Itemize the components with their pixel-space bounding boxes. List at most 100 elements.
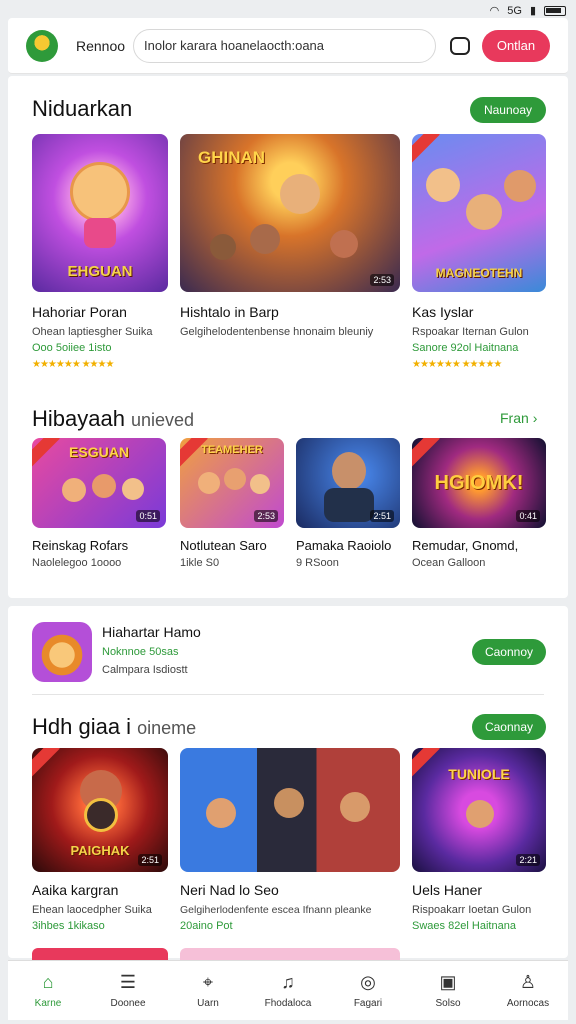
nav-label: Aornocas xyxy=(506,998,550,1009)
game-subtitle: Ehean laocedpher Suika xyxy=(32,904,152,916)
signin-button[interactable]: Ontlan xyxy=(482,29,550,62)
nav-label: Solso xyxy=(435,998,461,1009)
nav-item-pin[interactable]: ⌖ Uarn xyxy=(168,961,248,1020)
game-tile[interactable]: ESGUAN 0:51 xyxy=(32,438,166,528)
tile-caption: HGIOMK! xyxy=(434,472,524,494)
see-more-label: Fran xyxy=(500,410,529,426)
game-meta: Swaes 82el Haitnana xyxy=(412,920,516,932)
game-title[interactable]: Hahoriar Poran xyxy=(32,304,127,320)
game-title[interactable]: Neri Nad lo Seo xyxy=(180,882,279,898)
search-input[interactable]: Inolor karara hoanelaocth:oana xyxy=(133,28,436,63)
tile-caption: TEAMEHER xyxy=(201,444,263,456)
nav-label: Doonee xyxy=(110,998,146,1009)
promo-button[interactable]: Caonnoy xyxy=(472,639,546,665)
duration-badge: 2:51 xyxy=(370,510,394,522)
chat-icon[interactable] xyxy=(450,36,470,55)
rating-stars: ★★★★★★ ★★★★ xyxy=(32,359,114,370)
tile-ribbon xyxy=(412,438,440,470)
game-meta: 3ihbes 1kikaso xyxy=(32,920,105,932)
section-title-text: Hibayaah xyxy=(32,406,125,431)
game-meta: Naolelegoo 1oooo xyxy=(32,557,122,569)
nav-item-notifications[interactable]: ♫ Fhodaloca xyxy=(248,961,328,1020)
nav-item-home[interactable]: ⌂ Karne xyxy=(8,961,88,1020)
game-tile[interactable] xyxy=(180,748,400,872)
list-icon: ☰ xyxy=(119,972,137,992)
promo-title[interactable]: Hiahartar Hamo xyxy=(102,624,201,640)
nav-item-gallery[interactable]: ▣ Solso xyxy=(408,961,488,1020)
tile-caption: MAGNEOTEHN xyxy=(435,266,523,280)
divider xyxy=(32,694,544,695)
game-meta: 20aino Pot xyxy=(180,920,233,932)
tile-caption: TUNIOLE xyxy=(448,766,510,782)
game-title[interactable]: Hishtalo in Barp xyxy=(180,304,279,320)
home-icon: ⌂ xyxy=(42,972,54,992)
game-meta: Sanore 92ol Haitnana xyxy=(412,342,519,354)
game-tile[interactable]: HGIOMK! 0:41 xyxy=(412,438,546,528)
game-title[interactable]: Kas Iyslar xyxy=(412,304,473,320)
tile-caption: GHINAN xyxy=(198,148,266,167)
search-placeholder: Inolor karara hoanelaocth:oana xyxy=(144,38,325,53)
section-subtitle: oineme xyxy=(137,718,197,738)
app-logo[interactable] xyxy=(26,29,58,62)
game-title[interactable]: Remudar, Gnomd, xyxy=(412,538,518,553)
rating-stars: ★★★★★★ ★★★★★ xyxy=(412,359,502,370)
featured-more-button[interactable]: Naunoay xyxy=(470,97,546,123)
pin-icon: ⌖ xyxy=(202,972,214,992)
user-icon: ♙ xyxy=(519,972,537,992)
featured-title: Niduarkan xyxy=(32,96,133,121)
tile-caption: ESGUAN xyxy=(69,444,129,460)
game-title[interactable]: Reinskag Rofars xyxy=(32,538,128,553)
battery-icon xyxy=(544,5,566,16)
game-tile[interactable]: MAGNEOTEHN xyxy=(412,134,546,292)
game-title[interactable]: Notlutean Saro xyxy=(180,538,267,553)
section-subtitle: unieved xyxy=(130,410,195,430)
game-subtitle: Rispoakarr Ioetan Gulon xyxy=(412,904,532,916)
section-title-text: Hdh giaa i xyxy=(32,714,132,739)
duration-badge: 2:53 xyxy=(254,510,278,522)
nav-label: Fhodaloca xyxy=(264,998,312,1009)
game-title[interactable]: Pamaka Raoiolo xyxy=(296,538,391,553)
game-title[interactable]: Uels Haner xyxy=(412,882,482,898)
promo-meta: Noknnoe 50sas xyxy=(102,646,179,658)
nav-label: Uarn xyxy=(197,998,219,1009)
duration-badge: 2:21 xyxy=(516,854,540,866)
nav-item-list[interactable]: ☰ Doonee xyxy=(88,961,168,1020)
bell-icon: ♫ xyxy=(281,972,295,992)
top-bar: Rennoo Inolor karara hoanelaocth:oana On… xyxy=(8,18,568,74)
game-subtitle: Gelgihelodentenbense hnonaim bleuniy xyxy=(180,326,374,338)
game-tile[interactable]: GHINAN 2:53 xyxy=(180,134,400,292)
section-title: Hibayaah unieved xyxy=(32,406,194,432)
nav-label: Karne xyxy=(34,998,62,1009)
tile-ribbon xyxy=(412,134,440,166)
promo-section: Hiahartar Hamo Noknnoe 50sas Calmpara Is… xyxy=(8,606,568,958)
network-label: 5G xyxy=(507,4,522,17)
tile-caption: EHGUAN xyxy=(67,263,133,280)
section-title: Hdh giaa i oineme xyxy=(32,714,196,740)
game-tile[interactable]: TEAMEHER 2:53 xyxy=(180,438,284,528)
chevron-right-icon: › xyxy=(532,410,538,426)
duration-badge: 2:51 xyxy=(138,854,162,866)
section-more-button[interactable]: Caonnay xyxy=(472,714,546,740)
wifi-icon: ◠ xyxy=(489,5,500,17)
nav-item-profile[interactable]: ♙ Aornocas xyxy=(488,961,568,1020)
game-subtitle: Rspoakar Iternan Gulon xyxy=(412,326,529,338)
game-tile[interactable]: 2:51 xyxy=(296,438,400,528)
tile-ribbon xyxy=(32,748,60,780)
game-tile[interactable]: PAIGHAK 2:51 xyxy=(32,748,168,872)
duration-badge: 0:51 xyxy=(136,510,160,522)
duration-badge: 2:53 xyxy=(370,274,394,286)
nav-label: Fagari xyxy=(353,998,383,1009)
game-subtitle: Ohean laptiesgher Suika xyxy=(32,326,153,338)
game-title[interactable]: Aaika kargran xyxy=(32,882,118,898)
game-meta: Ooo 5oiiee 1isto xyxy=(32,342,112,354)
promo-app-icon[interactable] xyxy=(32,622,92,682)
brand-name: Rennoo xyxy=(76,37,126,54)
game-tile[interactable]: TUNIOLE 2:21 xyxy=(412,748,546,872)
game-meta: 9 RSoon xyxy=(296,557,339,569)
featured-section: Niduarkan Naunoay EHGUAN GHINAN 2:53 MAG… xyxy=(8,76,568,598)
game-tile[interactable]: EHGUAN xyxy=(32,134,168,292)
see-more-link[interactable]: Fran › xyxy=(500,410,537,426)
game-meta: 1ikle S0 xyxy=(180,557,220,569)
nav-item-app[interactable]: ◎ Fagari xyxy=(328,961,408,1020)
app-icon: ◎ xyxy=(360,972,376,992)
